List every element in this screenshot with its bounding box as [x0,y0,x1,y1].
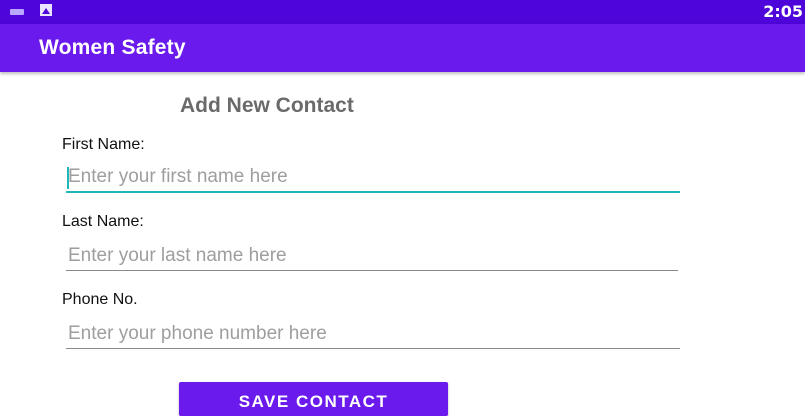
status-bar: 2:05 [0,0,805,24]
keyboard-icon [10,9,24,15]
text-cursor [67,167,69,189]
save-contact-button[interactable]: SAVE CONTACT [179,382,448,416]
phone-label: Phone No. [62,291,138,308]
first-name-label: First Name: [62,136,145,153]
last-name-input[interactable] [66,242,678,271]
form-heading: Add New Contact [180,94,354,117]
first-name-input[interactable] [66,163,680,193]
last-name-label: Last Name: [62,213,144,230]
app-title: Women Safety [39,36,186,59]
app-bar: Women Safety [0,24,805,72]
photo-icon [40,4,52,16]
phone-input[interactable] [66,320,680,349]
status-time: 2:05 [763,2,803,21]
